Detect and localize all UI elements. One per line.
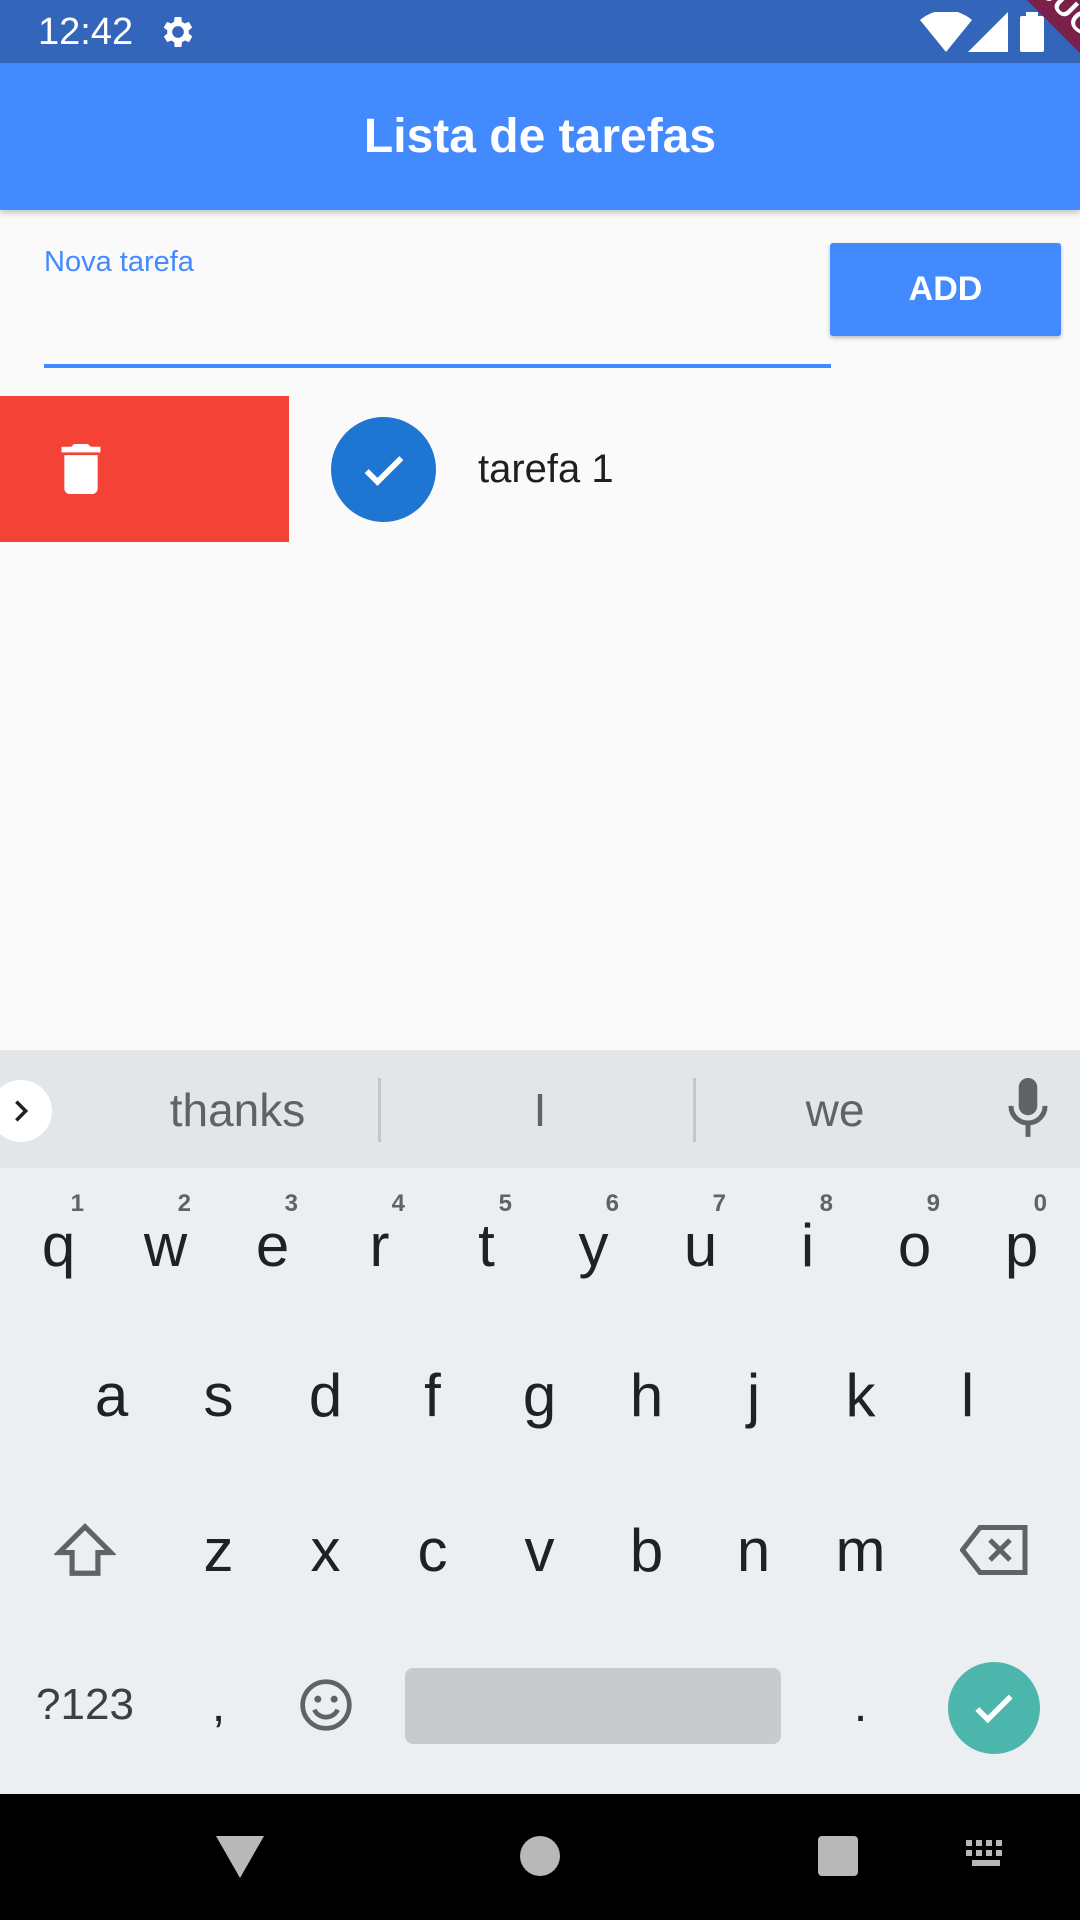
key-hint: 2 xyxy=(177,1190,191,1217)
key-label: t xyxy=(478,1211,495,1279)
battery-icon xyxy=(1020,12,1044,52)
key-w[interactable]: w2 xyxy=(112,1190,219,1300)
task-input[interactable] xyxy=(44,280,831,366)
swipe-delete-background[interactable] xyxy=(0,396,289,542)
key-label: r xyxy=(369,1211,390,1279)
task-done-avatar[interactable] xyxy=(331,417,436,522)
key-b[interactable]: b xyxy=(593,1495,700,1605)
microphone-icon[interactable] xyxy=(1006,1078,1050,1140)
task-input-underline xyxy=(44,364,831,368)
task-title[interactable]: tarefa 1 xyxy=(478,444,614,494)
key-j[interactable]: j xyxy=(700,1340,807,1450)
key-hint: 4 xyxy=(391,1190,405,1217)
shift-icon xyxy=(54,1523,116,1576)
key-label: u xyxy=(683,1211,718,1279)
key-e[interactable]: e3 xyxy=(219,1190,326,1300)
soft-keyboard: thanks I we q1 w2 e3 r4 t5 y6 u7 i8 o9 p… xyxy=(0,1050,1080,1794)
backspace-icon xyxy=(960,1525,1028,1575)
key-v[interactable]: v xyxy=(486,1495,593,1605)
enter-button[interactable] xyxy=(948,1662,1040,1754)
key-label: p xyxy=(1004,1211,1039,1279)
app-bar: Lista de tarefas xyxy=(0,63,1080,210)
key-t[interactable]: t5 xyxy=(433,1190,540,1300)
period-key[interactable]: . xyxy=(807,1650,914,1760)
key-label: e xyxy=(255,1211,290,1279)
key-i[interactable]: i8 xyxy=(754,1190,861,1300)
key-hint: 5 xyxy=(498,1190,512,1217)
comma-key[interactable]: , xyxy=(165,1650,272,1760)
key-f[interactable]: f xyxy=(379,1340,486,1450)
key-label: o xyxy=(897,1211,932,1279)
key-r[interactable]: r4 xyxy=(326,1190,433,1300)
suggestion-strip: thanks I we xyxy=(0,1050,1080,1168)
key-label: q xyxy=(41,1211,76,1279)
key-y[interactable]: y6 xyxy=(540,1190,647,1300)
key-hint: 8 xyxy=(819,1190,833,1217)
key-z[interactable]: z xyxy=(165,1495,272,1605)
key-hint: 6 xyxy=(605,1190,619,1217)
key-c[interactable]: c xyxy=(379,1495,486,1605)
key-a[interactable]: a xyxy=(58,1340,165,1450)
key-x[interactable]: x xyxy=(272,1495,379,1605)
key-n[interactable]: n xyxy=(700,1495,807,1605)
key-k[interactable]: k xyxy=(807,1340,914,1450)
key-p[interactable]: p0 xyxy=(968,1190,1075,1300)
recents-icon[interactable] xyxy=(818,1836,858,1876)
key-hint: 0 xyxy=(1033,1190,1047,1217)
emoji-icon xyxy=(299,1679,352,1731)
symbols-key[interactable]: ?123 xyxy=(20,1650,150,1760)
suggestion-2[interactable]: I xyxy=(385,1080,695,1140)
check-icon xyxy=(364,455,403,486)
key-s[interactable]: s xyxy=(165,1340,272,1450)
expand-toolbar-button[interactable] xyxy=(0,1080,52,1142)
key-hint: 1 xyxy=(70,1190,84,1217)
settings-gear-icon xyxy=(163,17,193,47)
key-label: w xyxy=(143,1211,188,1279)
key-m[interactable]: m xyxy=(807,1495,914,1605)
spacebar[interactable] xyxy=(405,1668,781,1744)
key-hint: 7 xyxy=(712,1190,726,1217)
key-g[interactable]: g xyxy=(486,1340,593,1450)
suggestion-1[interactable]: thanks xyxy=(90,1080,385,1140)
add-task-button[interactable]: ADD xyxy=(830,243,1061,336)
page-title: Lista de tarefas xyxy=(363,110,717,163)
check-icon xyxy=(975,1694,1013,1724)
suggestion-divider xyxy=(378,1078,381,1142)
key-label: i xyxy=(800,1211,815,1279)
key-label: y xyxy=(578,1211,609,1279)
signal-icon xyxy=(968,12,1008,52)
key-d[interactable]: d xyxy=(272,1340,379,1450)
back-icon[interactable] xyxy=(216,1836,264,1878)
key-l[interactable]: l xyxy=(914,1340,1021,1450)
shift-key[interactable] xyxy=(30,1495,140,1605)
key-o[interactable]: o9 xyxy=(861,1190,968,1300)
trash-icon xyxy=(61,444,101,494)
home-icon[interactable] xyxy=(520,1836,560,1876)
status-bar: 12:42 xyxy=(0,0,1080,63)
task-input-label: Nova tarefa xyxy=(44,246,194,278)
chevron-right-icon xyxy=(15,1100,29,1122)
suggestion-divider xyxy=(693,1078,696,1142)
key-h[interactable]: h xyxy=(593,1340,700,1450)
key-u[interactable]: u7 xyxy=(647,1190,754,1300)
key-hint: 3 xyxy=(284,1190,298,1217)
key-hint: 9 xyxy=(926,1190,940,1217)
navigation-bar xyxy=(0,1794,1080,1920)
keyboard-switch-icon[interactable] xyxy=(966,1840,1010,1870)
status-time: 12:42 xyxy=(38,11,134,53)
emoji-key[interactable] xyxy=(272,1650,379,1760)
suggestion-3[interactable]: we xyxy=(700,1080,970,1140)
key-q[interactable]: q1 xyxy=(5,1190,112,1300)
wifi-icon xyxy=(920,12,972,52)
backspace-key[interactable] xyxy=(940,1495,1050,1605)
